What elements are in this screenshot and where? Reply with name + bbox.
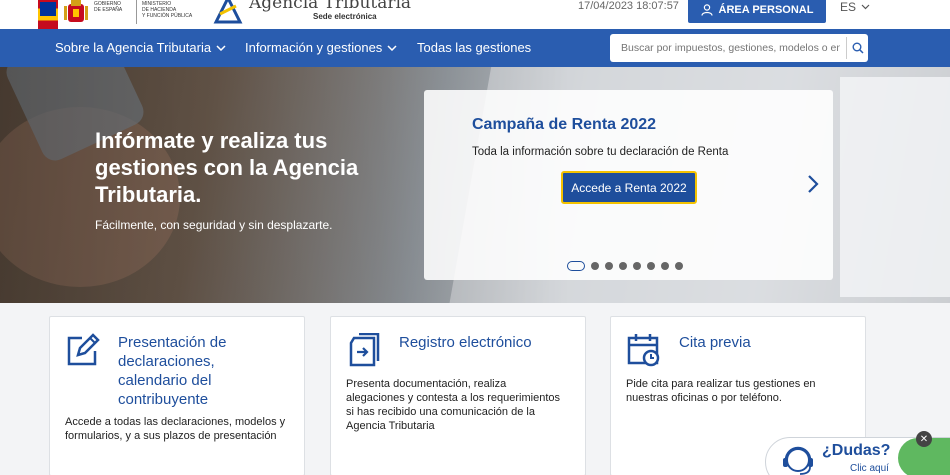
calendar-clock-icon <box>627 334 660 367</box>
carousel-dot[interactable] <box>619 262 627 270</box>
nav-item-label: Todas las gestiones <box>417 40 532 55</box>
chevron-right-icon[interactable] <box>806 174 820 194</box>
agency-subtitle: Sede electrónica <box>313 12 377 21</box>
promo-carousel: Campaña de Renta 2022 Toda la informació… <box>424 90 833 280</box>
card-declarations[interactable]: Presentación de declaraciones, calendari… <box>49 316 305 475</box>
spain-flag-icon <box>38 0 58 29</box>
government-text: GOBIERNO DE ESPAÑA <box>94 1 123 13</box>
government-logo[interactable]: GOBIERNO DE ESPAÑA MINISTERIO DE HACIEND… <box>38 0 203 29</box>
card-title: Presentación de declaraciones, calendari… <box>118 334 227 408</box>
card-text: Accede a todas las declaraciones, modelo… <box>65 416 286 442</box>
card-title: Registro electrónico <box>399 334 532 351</box>
chevron-down-icon <box>216 44 226 51</box>
carousel-dot[interactable] <box>647 262 655 270</box>
hero-subtitle: Fácilmente, con seguridad y sin desplaza… <box>95 218 333 232</box>
nav-item-information[interactable]: Información y gestiones <box>245 40 397 55</box>
support-agent-icon <box>783 446 813 475</box>
personal-area-label: ÁREA PERSONAL <box>718 3 814 16</box>
chevron-down-icon <box>387 44 397 51</box>
user-icon <box>700 3 713 16</box>
current-datetime: 17/04/2023 18:07:57 <box>578 0 679 12</box>
nav-item-label: Información y gestiones <box>245 40 383 55</box>
personal-area-button[interactable]: ÁREA PERSONAL <box>688 0 826 23</box>
help-subtitle: Clic aquí <box>850 463 889 474</box>
agency-logo[interactable]: Agencia Tributaria Sede electrónica <box>205 0 411 29</box>
coat-of-arms-icon <box>64 0 88 22</box>
language-label: ES <box>840 0 857 14</box>
card-text: Pide cita para realizar tus gestiones en… <box>626 378 816 404</box>
nav-item-about[interactable]: Sobre la Agencia Tributaria <box>55 40 226 55</box>
carousel-dot[interactable] <box>591 262 599 270</box>
ministry-text: MINISTERIO DE HACIENDA Y FUNCIÓN PÚBLICA <box>142 1 193 19</box>
nav-item-label: Sobre la Agencia Tributaria <box>55 40 212 55</box>
card-electronic-registry[interactable]: Registro electrónico Presenta documentac… <box>330 316 586 475</box>
file-import-icon <box>349 333 380 367</box>
main-navigation: Sobre la Agencia Tributaria Información … <box>0 29 950 67</box>
card-title: Cita previa <box>679 334 751 351</box>
carousel-dot[interactable] <box>605 262 613 270</box>
close-icon[interactable]: ✕ <box>916 431 932 447</box>
carousel-dot[interactable] <box>633 262 641 270</box>
nav-item-all-procedures[interactable]: Todas las gestiones <box>417 40 531 55</box>
search-box <box>610 34 868 62</box>
access-renta-button[interactable]: Accede a Renta 2022 <box>561 171 697 204</box>
promo-title: Campaña de Renta 2022 <box>472 116 657 133</box>
search-input[interactable] <box>610 42 840 54</box>
carousel-dot[interactable] <box>675 262 683 270</box>
agency-logo-icon <box>213 0 243 24</box>
carousel-dot[interactable] <box>567 261 585 271</box>
edit-document-icon <box>67 333 100 366</box>
top-bar: GOBIERNO DE ESPAÑA MINISTERIO DE HACIEND… <box>0 0 950 29</box>
carousel-indicators <box>567 261 683 271</box>
language-selector[interactable]: ES <box>840 0 870 14</box>
card-text: Presenta documentación, realiza alegacio… <box>346 378 561 432</box>
carousel-dot[interactable] <box>661 262 669 270</box>
chevron-down-icon <box>861 4 870 10</box>
promo-text: Toda la información sobre tu declaración… <box>472 146 729 158</box>
search-icon <box>852 42 864 54</box>
help-title: ¿Dudas? <box>822 442 891 459</box>
page: GOBIERNO DE ESPAÑA MINISTERIO DE HACIEND… <box>0 0 950 475</box>
search-button[interactable] <box>846 37 868 59</box>
hero-title: Infórmate y realiza tus gestiones con la… <box>95 128 359 207</box>
